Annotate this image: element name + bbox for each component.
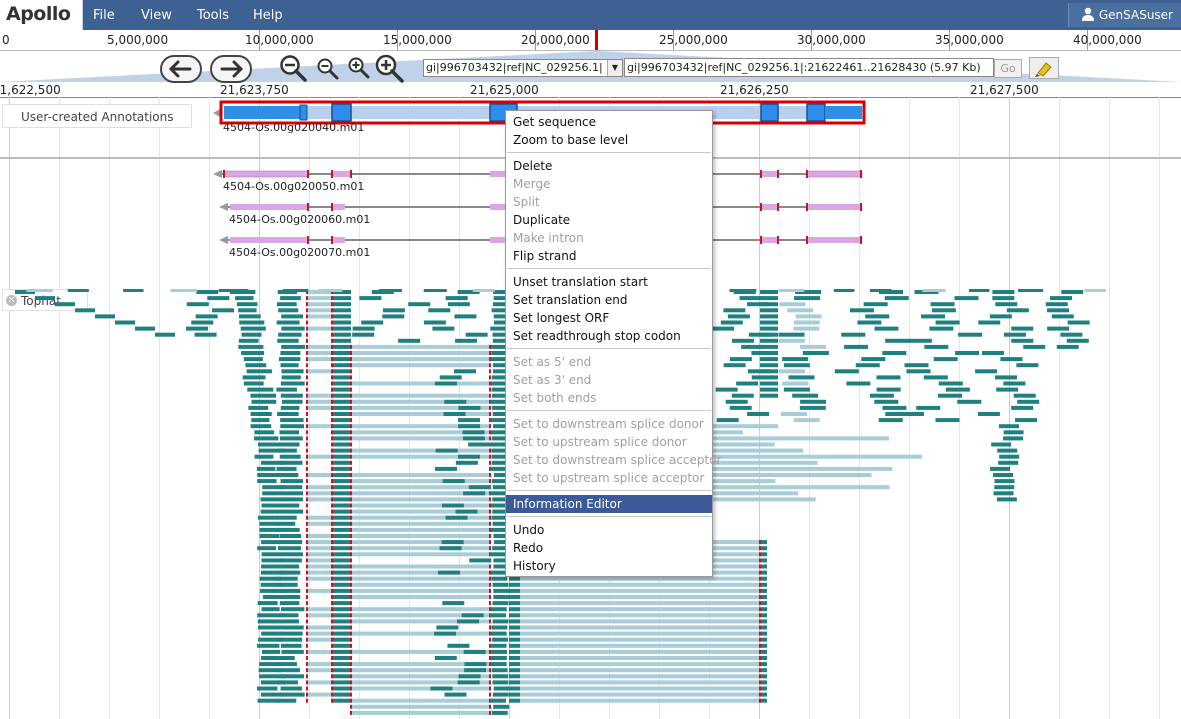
menu-item-delete[interactable]: Delete	[506, 157, 712, 175]
menu-item-get-sequence[interactable]: Get sequence	[506, 113, 712, 131]
menu-view[interactable]: View	[141, 8, 172, 23]
menu-file[interactable]: File	[93, 8, 115, 23]
highlighter-icon	[1035, 62, 1052, 77]
menu-item-unset-translation-start[interactable]: Unset translation start	[506, 273, 712, 291]
menu-item-set-translation-end[interactable]: Set translation end	[506, 291, 712, 309]
menu-item-flip-strand[interactable]: Flip strand	[506, 247, 712, 265]
ruler-tick: 21,627,500	[970, 83, 1039, 97]
zoom-out-icon[interactable]	[316, 58, 340, 80]
menu-help[interactable]: Help	[253, 8, 283, 23]
ruler-tick: 21,625,000	[470, 83, 539, 97]
transcript-label: 4504-Os.00g020060.m01	[229, 213, 371, 226]
menu-tools[interactable]: Tools	[197, 8, 229, 23]
overview-tick: 30,000,000	[797, 33, 866, 47]
menu-separator	[507, 152, 711, 154]
sequence-select-value: gi|996703432|ref|NC_029256.1|	[426, 61, 603, 74]
menu-item-merge: Merge	[513, 177, 551, 191]
overview-tick: 15,000,000	[383, 33, 452, 47]
zoom-in-big-icon[interactable]	[373, 53, 405, 83]
menu-item-set-to-upstream-splice-acceptor: Set to upstream splice acceptor	[513, 471, 705, 485]
overview-tick: 0	[2, 33, 10, 47]
overview-tick: 40,000,000	[1073, 33, 1142, 47]
transcript-label: 4504-Os.00g020050.m01	[223, 180, 365, 193]
menu-separator	[507, 516, 711, 518]
pan-right-button[interactable]	[210, 55, 252, 83]
feature-context-menu: Get sequence Zoom to base level Delete Merg…	[505, 110, 722, 577]
menu-separator	[507, 268, 711, 270]
user-icon	[1081, 5, 1095, 29]
sequence-select[interactable]: gi|996703432|ref|NC_029256.1| ▼	[423, 59, 623, 77]
transcript-label: 4504-Os.00g020040.m01	[223, 121, 365, 134]
menu-item-set-to-downstream-splice-donor: Set to downstream splice donor	[513, 417, 704, 431]
menu-item-set-to-upstream-splice-donor: Set to upstream splice donor	[513, 435, 687, 449]
user-menu-button[interactable]: GenSASuser	[1067, 3, 1181, 29]
menu-item-zoom-to-base-level[interactable]: Zoom to base level	[506, 131, 712, 149]
menu-separator	[507, 490, 711, 492]
overview-tick: 20,000,000	[521, 33, 590, 47]
overview-tick: 10,000,000	[245, 33, 314, 47]
menu-item-set-longest-orf[interactable]: Set longest ORF	[506, 309, 712, 327]
ruler-tick: 21,622,500	[0, 83, 61, 97]
menu-item-set-readthrough-stop-codon[interactable]: Set readthrough stop codon	[506, 327, 712, 345]
menu-item-set-both-ends: Set both ends	[513, 391, 597, 405]
menu-item-duplicate[interactable]: Duplicate	[506, 211, 712, 229]
menu-item-set-as-3-end: Set as 3' end	[513, 373, 592, 387]
highlight-button[interactable]	[1029, 57, 1059, 79]
overview-tick: 25,000,000	[659, 33, 728, 47]
menu-item-set-to-downstream-splice-acceptor: Set to downstream splice acceptor	[513, 453, 722, 467]
transcript-label: 4504-Os.00g020070.m01	[229, 246, 371, 259]
chevron-down-icon: ▼	[607, 60, 622, 76]
menu-separator	[507, 348, 711, 350]
menu-item-undo[interactable]: Undo	[506, 521, 712, 539]
overview-tick: 5,000,000	[107, 33, 169, 47]
logo-text: Apollo	[6, 3, 71, 25]
pan-left-button[interactable]	[160, 55, 202, 83]
overview-location-marker[interactable]	[595, 30, 598, 50]
overview-tick: 35,000,000	[935, 33, 1004, 47]
ruler-tick: 21,626,250	[720, 83, 789, 97]
menu-bar: Apollo File View Tools Help GenSASuser	[0, 0, 1181, 30]
menu-item-set-as-5-end: Set as 5' end	[513, 355, 592, 369]
detail-ruler: 21,622,500 21,623,750 21,625,000 21,626,…	[0, 82, 1181, 98]
menu-item-make-intron: Make intron	[513, 231, 584, 245]
menu-item-history[interactable]: History	[506, 557, 712, 575]
ruler-tick: 21,623,750	[220, 83, 289, 97]
location-input[interactable]: gi|996703432|ref|NC_029256.1|:21622461..…	[624, 58, 994, 77]
arrow-right-icon	[220, 60, 244, 78]
zoom-in-icon[interactable]	[347, 57, 371, 79]
user-name: GenSASuser	[1098, 8, 1173, 22]
arrow-left-icon	[168, 60, 192, 78]
go-button[interactable]: Go	[994, 59, 1022, 78]
menu-separator	[507, 410, 711, 412]
menu-item-split: Split	[513, 195, 540, 209]
menu-item-redo[interactable]: Redo	[506, 539, 712, 557]
menu-item-information-editor[interactable]: Information Editor	[506, 495, 712, 513]
overview-ruler[interactable]: 0 5,000,000 10,000,000 15,000,000 20,000…	[0, 30, 1181, 51]
apollo-logo[interactable]: Apollo	[0, 0, 83, 30]
zoom-out-big-icon[interactable]	[278, 54, 308, 82]
